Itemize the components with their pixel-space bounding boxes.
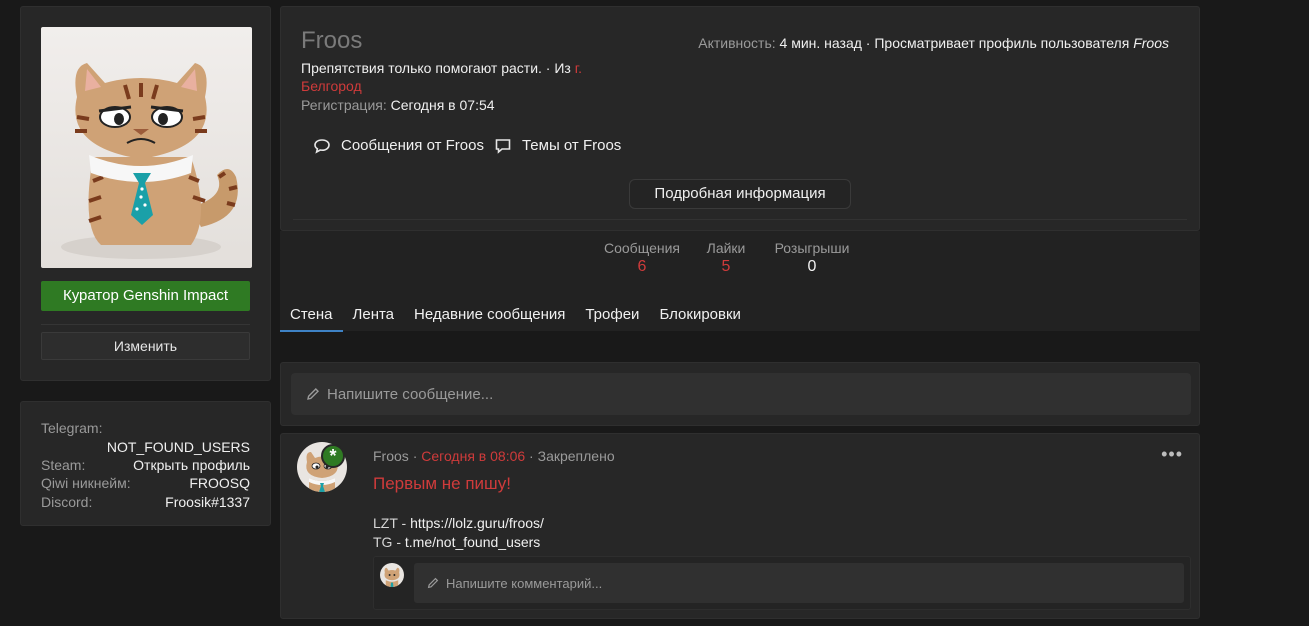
registration-info: Регистрация: Сегодня в 07:54: [301, 97, 495, 113]
threads-link-label: Темы от Froos: [521, 137, 622, 154]
contact-discord-row: Discord: Froosik#1337: [41, 493, 250, 511]
post-meta: Froos · Сегодня в 08:06 · Закреплено: [373, 448, 615, 464]
comment-square-icon: [495, 138, 511, 154]
registration-value: Сегодня в 07:54: [390, 97, 495, 113]
speech-bubble-icon: [314, 138, 330, 154]
divider: [293, 219, 1187, 220]
divider: [41, 324, 250, 325]
wall-composer-card: Напишите сообщение...: [280, 362, 1200, 426]
tab-wall[interactable]: Стена: [280, 300, 343, 332]
messages-link[interactable]: Сообщения от Froos: [313, 137, 484, 154]
post-author[interactable]: Froos: [373, 448, 409, 464]
post-line-key: LZT -: [373, 515, 411, 531]
contact-steam-row: Steam: Открыть профиль: [41, 456, 250, 474]
post-link[interactable]: t.me/not_found_users: [405, 534, 540, 550]
edit-profile-button[interactable]: Изменить: [41, 332, 250, 360]
post-line-key: TG -: [373, 534, 405, 550]
contact-qiwi-row: Qiwi никнейм: FROOSQ: [41, 474, 250, 492]
profile-tabs: Стена Лента Недавние сообщения Трофеи Бл…: [280, 300, 751, 332]
comment-placeholder: Напишите комментарий...: [446, 575, 603, 591]
activity-value: 4 мин. назад · Просматривает профиль пол…: [779, 35, 1130, 51]
tab-trophies[interactable]: Трофеи: [575, 300, 649, 332]
post-body: LZT - https://lolz.guru/froos/ TG - t.me…: [373, 514, 544, 552]
pencil-icon: [427, 577, 439, 589]
separator: ·: [412, 448, 418, 464]
contact-label: Telegram:: [41, 420, 103, 436]
contact-telegram-row: Telegram:: [41, 419, 250, 437]
activity-label: Активность:: [698, 35, 776, 51]
counter-value: 0: [807, 258, 817, 275]
post-pinned-label: Закреплено: [537, 448, 615, 464]
contact-label: Discord:: [41, 494, 93, 510]
comment-input[interactable]: Напишите комментарий...: [414, 563, 1184, 603]
profile-header: Froos Препятствия только помогают расти.…: [280, 6, 1200, 231]
pencil-icon: [307, 388, 319, 400]
comment-area: Напишите комментарий...: [373, 556, 1191, 610]
wall-message-placeholder: Напишите сообщение...: [327, 385, 494, 403]
activity-info: Активность: 4 мин. назад · Просматривает…: [698, 35, 1169, 51]
contact-label: Steam:: [41, 457, 86, 473]
tab-feed[interactable]: Лента: [343, 300, 405, 332]
cat-avatar-image: [61, 63, 238, 259]
comment-user-avatar: [380, 563, 404, 587]
counter-value: 5: [721, 258, 731, 275]
wall-post: * Froos · Сегодня в 08:06 · Закреплено •…: [280, 433, 1200, 619]
contact-value: FROOSQ: [189, 475, 250, 491]
online-status-icon: *: [321, 444, 345, 468]
post-title: Первым не пишу!: [373, 474, 511, 493]
counter-label: Лайки: [706, 240, 746, 256]
counter-giveaways[interactable]: Розыгрыши 0: [770, 240, 854, 276]
contact-telegram-value-row: NOT_FOUND_USERS: [41, 438, 250, 456]
contact-value: Froosik#1337: [165, 494, 250, 510]
contact-value[interactable]: Открыть профиль: [133, 456, 250, 474]
counter-value: 6: [637, 258, 647, 275]
registration-label: Регистрация:: [301, 97, 387, 113]
profile-avatar[interactable]: [41, 27, 252, 268]
profile-links: Сообщения от Froos Темы от Froos: [313, 137, 631, 154]
details-button[interactable]: Подробная информация: [629, 179, 851, 209]
counter-label: Розыгрыши: [774, 240, 850, 256]
contact-value[interactable]: NOT_FOUND_USERS: [107, 438, 250, 456]
tab-bans[interactable]: Блокировки: [649, 300, 750, 332]
status-text: Препятствия только помогают расти. · Из …: [301, 59, 641, 95]
counter-label: Сообщения: [604, 240, 680, 256]
threads-link[interactable]: Темы от Froos: [494, 137, 621, 154]
separator: ·: [529, 448, 534, 464]
activity-target[interactable]: Froos: [1133, 35, 1169, 51]
tab-recent-messages[interactable]: Недавние сообщения: [404, 300, 575, 332]
contact-label: Qiwi никнейм:: [41, 475, 131, 491]
post-link[interactable]: https://lolz.guru/froos/: [410, 515, 544, 531]
post-options-icon[interactable]: •••: [1161, 444, 1183, 465]
post-time[interactable]: Сегодня в 08:06: [421, 448, 525, 464]
messages-link-label: Сообщения от Froos: [341, 137, 484, 154]
curator-badge: Куратор Genshin Impact: [41, 281, 250, 311]
counter-likes[interactable]: Лайки 5: [696, 240, 756, 276]
username: Froos: [301, 27, 363, 54]
counter-messages[interactable]: Сообщения 6: [602, 240, 682, 276]
status-message: Препятствия только помогают расти. · Из: [301, 60, 575, 76]
wall-message-input[interactable]: Напишите сообщение...: [291, 373, 1191, 415]
cat-avatar-image: [384, 567, 400, 587]
post-line: TG - t.me/not_found_users: [373, 533, 544, 552]
contacts-card: Telegram: NOT_FOUND_USERS Steam: Открыть…: [20, 401, 271, 526]
profile-sidebar-card: Куратор Genshin Impact Изменить: [20, 6, 271, 381]
post-line: LZT - https://lolz.guru/froos/: [373, 514, 544, 533]
